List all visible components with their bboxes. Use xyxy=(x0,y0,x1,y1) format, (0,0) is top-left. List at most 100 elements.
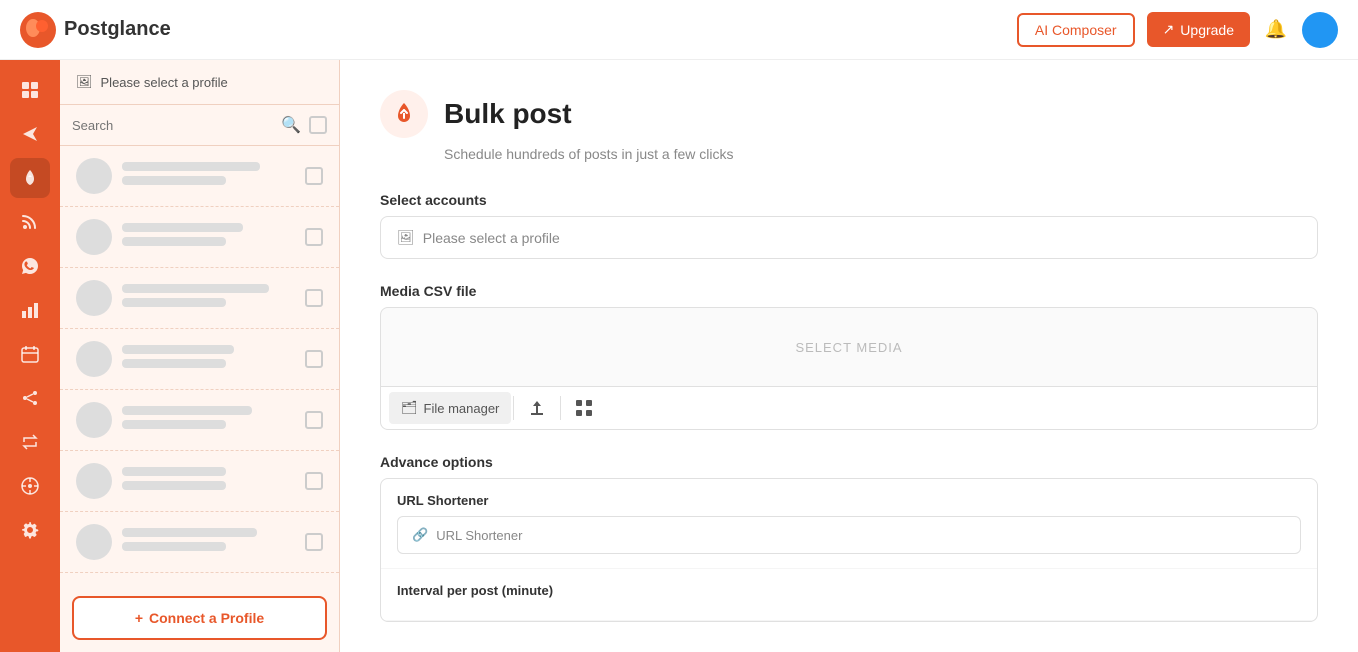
header: Postglance AI Composer ↗ Upgrade 🔔 xyxy=(0,0,1358,60)
profile-checkbox[interactable] xyxy=(305,228,323,246)
bulk-post-icon xyxy=(380,90,428,138)
page-title: Bulk post xyxy=(444,98,572,130)
logo-icon xyxy=(20,12,56,48)
header-right: AI Composer ↗ Upgrade 🔔 xyxy=(1017,12,1338,48)
avatar xyxy=(76,524,112,560)
sidebar-item-bulk[interactable] xyxy=(10,158,50,198)
sidebar-item-rss[interactable] xyxy=(10,202,50,242)
page-header: Bulk post xyxy=(380,90,1318,138)
sidebar-item-repost[interactable] xyxy=(10,422,50,462)
upgrade-button[interactable]: ↗ Upgrade xyxy=(1147,12,1250,47)
profile-item-info xyxy=(122,467,295,495)
profile-checkbox[interactable] xyxy=(305,289,323,307)
search-icon[interactable]: 🔍 xyxy=(281,115,301,135)
interval-row: Interval per post (minute) xyxy=(381,569,1317,621)
toolbar-divider xyxy=(513,396,514,420)
profile-icon: 🖼 xyxy=(76,74,93,90)
sidebar-item-discovery[interactable] xyxy=(10,466,50,506)
upgrade-label: Upgrade xyxy=(1180,22,1234,38)
profile-checkbox[interactable] xyxy=(305,350,323,368)
url-shortener-placeholder: URL Shortener xyxy=(436,528,522,543)
select-all-checkbox[interactable] xyxy=(309,116,327,134)
grid-view-button[interactable] xyxy=(563,391,605,425)
logo-text: Postglance xyxy=(64,18,171,41)
upload-button[interactable] xyxy=(516,391,558,425)
profile-item-info xyxy=(122,528,295,556)
url-shortener-row: URL Shortener 🔗 URL Shortener xyxy=(381,479,1317,569)
sidebar-item-send[interactable] xyxy=(10,114,50,154)
profile-name-line xyxy=(122,467,226,476)
profile-panel-header: 🖼 Please select a profile xyxy=(60,60,339,105)
avatar xyxy=(76,219,112,255)
ai-composer-button[interactable]: AI Composer xyxy=(1017,13,1135,47)
avatar xyxy=(76,158,112,194)
avatar xyxy=(76,341,112,377)
select-accounts-label: Select accounts xyxy=(380,192,1318,208)
list-item[interactable] xyxy=(60,390,339,451)
sidebar-item-calendar[interactable] xyxy=(10,334,50,374)
sidebar-item-settings[interactable] xyxy=(10,510,50,550)
page-subtitle: Schedule hundreds of posts in just a few… xyxy=(444,146,1318,162)
sidebar-item-analytics[interactable] xyxy=(10,290,50,330)
list-item[interactable] xyxy=(60,207,339,268)
profile-placeholder-icon: 🖼 xyxy=(397,229,415,246)
icon-sidebar xyxy=(0,60,60,652)
profile-checkbox[interactable] xyxy=(305,533,323,551)
profile-search-bar: 🔍 xyxy=(60,105,339,146)
profile-panel-title: Please select a profile xyxy=(101,75,228,90)
profile-sub-line xyxy=(122,359,226,368)
profile-sub-line xyxy=(122,481,226,490)
select-media-text: SELECT MEDIA xyxy=(795,340,902,355)
sidebar-item-dashboard[interactable] xyxy=(10,70,50,110)
list-item[interactable] xyxy=(60,512,339,573)
avatar xyxy=(76,402,112,438)
profile-item-info xyxy=(122,284,295,312)
select-accounts-box[interactable]: 🖼 Please select a profile xyxy=(380,216,1318,259)
avatar[interactable] xyxy=(1302,12,1338,48)
plus-icon: + xyxy=(135,610,143,626)
search-input[interactable] xyxy=(72,118,273,133)
media-csv-label: Media CSV file xyxy=(380,283,1318,299)
profile-checkbox[interactable] xyxy=(305,411,323,429)
file-manager-button[interactable]: 🗂 File manager xyxy=(389,392,511,424)
profile-item-info xyxy=(122,162,295,190)
list-item[interactable] xyxy=(60,268,339,329)
sidebar-item-share[interactable] xyxy=(10,378,50,418)
profile-sub-line xyxy=(122,542,226,551)
url-shortener-label: URL Shortener xyxy=(397,493,1301,508)
select-accounts-placeholder: Please select a profile xyxy=(423,230,560,246)
list-item[interactable] xyxy=(60,451,339,512)
file-manager-icon: 🗂 xyxy=(401,400,418,416)
profile-name-line xyxy=(122,284,269,293)
profile-name-line xyxy=(122,345,234,354)
grid-icon xyxy=(575,399,593,417)
profile-name-line xyxy=(122,528,257,537)
main-content: Bulk post Schedule hundreds of posts in … xyxy=(340,60,1358,652)
profile-checkbox[interactable] xyxy=(305,472,323,490)
media-toolbar: 🗂 File manager xyxy=(380,387,1318,430)
media-csv-section: Media CSV file SELECT MEDIA 🗂 File manag… xyxy=(380,283,1318,430)
main-layout: 🖼 Please select a profile 🔍 xyxy=(0,60,1358,652)
profile-item-info xyxy=(122,345,295,373)
profile-name-line xyxy=(122,223,243,232)
profile-name-line xyxy=(122,162,260,171)
profile-checkbox[interactable] xyxy=(305,167,323,185)
profile-item-info xyxy=(122,406,295,434)
media-upload-area[interactable]: SELECT MEDIA xyxy=(380,307,1318,387)
list-item[interactable] xyxy=(60,146,339,207)
profile-item-info xyxy=(122,223,295,251)
notification-icon[interactable]: 🔔 xyxy=(1262,16,1290,44)
profile-panel: 🖼 Please select a profile 🔍 xyxy=(60,60,340,652)
connect-profile-button[interactable]: + Connect a Profile xyxy=(72,596,327,640)
profile-sub-line xyxy=(122,420,226,429)
file-manager-label: File manager xyxy=(424,401,500,416)
avatar xyxy=(76,463,112,499)
upload-icon xyxy=(528,399,546,417)
advance-options-section: URL Shortener 🔗 URL Shortener Interval p… xyxy=(380,478,1318,622)
profile-sub-line xyxy=(122,298,226,307)
sidebar-item-whatsapp[interactable] xyxy=(10,246,50,286)
list-item[interactable] xyxy=(60,329,339,390)
connect-profile-label: Connect a Profile xyxy=(149,610,264,626)
upgrade-icon: ↗ xyxy=(1163,21,1175,38)
url-shortener-input[interactable]: 🔗 URL Shortener xyxy=(397,516,1301,554)
